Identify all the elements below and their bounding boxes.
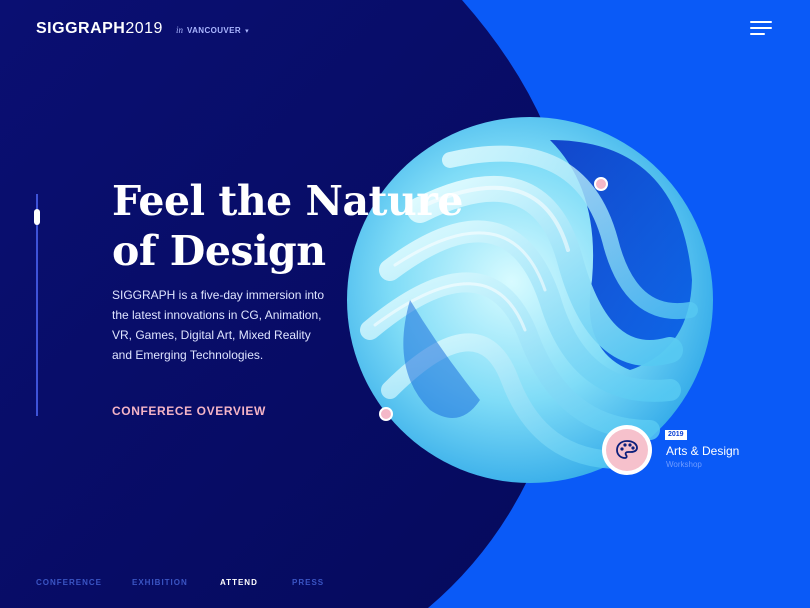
palette-icon <box>606 429 648 471</box>
hotspot-dot[interactable] <box>594 177 608 191</box>
hotspot-dot[interactable] <box>379 407 393 421</box>
page-title: Feel the Nature of Design <box>112 176 472 276</box>
year-badge: 2019 <box>665 430 687 440</box>
title-line-1: Feel the Nature <box>112 177 463 225</box>
category-button[interactable] <box>602 425 652 475</box>
category-title[interactable]: Arts & Design <box>666 444 739 458</box>
category-subtitle: Workshop <box>666 460 702 469</box>
brand-logo[interactable]: SIGGRAPH 2019 in VANCOUVER ▾ <box>36 20 249 38</box>
scroll-track[interactable] <box>36 194 38 416</box>
chevron-down-icon[interactable]: ▾ <box>245 27 249 35</box>
conference-overview-link[interactable]: CONFERECE OVERVIEW <box>112 404 266 418</box>
hero-description: SIGGRAPH is a five-day immersion into th… <box>112 288 325 362</box>
nav-item-exhibition[interactable]: EXHIBITION <box>132 578 188 587</box>
brand-year: 2019 <box>125 20 163 37</box>
nav-item-press[interactable]: PRESS <box>292 578 324 587</box>
location-selector[interactable]: VANCOUVER <box>187 26 241 35</box>
nav-item-attend[interactable]: ATTEND <box>220 578 258 587</box>
brand-name: SIGGRAPH <box>36 20 126 37</box>
title-line-2: of Design <box>112 227 326 275</box>
hamburger-menu-icon[interactable] <box>750 20 772 36</box>
nav-item-conference[interactable]: CONFERENCE <box>36 578 102 587</box>
location-prefix: in <box>175 25 183 35</box>
scroll-thumb[interactable] <box>34 209 40 225</box>
